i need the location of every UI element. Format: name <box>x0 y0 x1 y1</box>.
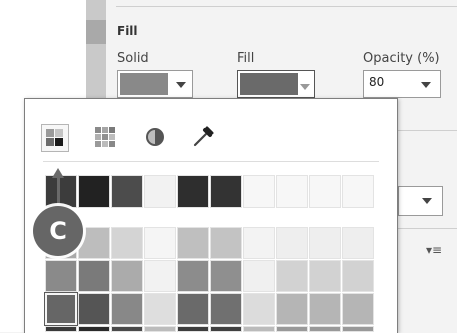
chevron-down-icon <box>176 82 186 88</box>
tint-color-swatch[interactable] <box>111 227 143 259</box>
section-divider <box>398 130 457 131</box>
toolbar-divider <box>43 161 379 162</box>
color-palette-icon[interactable] <box>41 124 69 152</box>
tint-color-swatch[interactable] <box>243 293 275 325</box>
tint-color-swatch[interactable] <box>243 326 275 332</box>
solid-label: Solid <box>117 51 149 66</box>
tint-color-swatch[interactable] <box>309 227 341 259</box>
tint-color-swatch[interactable] <box>144 326 176 332</box>
contrast-icon[interactable] <box>142 124 168 150</box>
eyedropper-icon[interactable] <box>190 124 216 150</box>
theme-color-swatch[interactable] <box>210 175 242 208</box>
tint-color-swatch[interactable] <box>78 326 110 332</box>
opacity-value: 80 <box>369 75 385 89</box>
tint-color-swatch[interactable] <box>342 293 374 325</box>
chevron-down-icon <box>422 198 432 204</box>
tint-color-swatch[interactable] <box>276 260 308 292</box>
callout-badge: C <box>33 206 83 256</box>
swatch-grid-icon[interactable] <box>92 124 118 150</box>
theme-color-swatch[interactable] <box>45 175 77 208</box>
section-divider <box>116 6 457 7</box>
tint-color-swatch[interactable] <box>177 260 209 292</box>
tint-color-swatch[interactable] <box>177 293 209 325</box>
tint-color-swatch[interactable] <box>342 227 374 259</box>
opacity-dropdown[interactable]: 80 <box>363 70 441 98</box>
tint-color-swatch[interactable] <box>144 260 176 292</box>
tint-color-swatch[interactable] <box>111 260 143 292</box>
fill-color-dropdown[interactable] <box>237 70 315 98</box>
tint-color-swatch[interactable] <box>111 293 143 325</box>
tint-color-swatch[interactable] <box>44 292 78 326</box>
theme-color-swatch[interactable] <box>111 175 143 208</box>
theme-color-swatch[interactable] <box>177 175 209 208</box>
tint-color-swatch[interactable] <box>78 260 110 292</box>
theme-color-swatch[interactable] <box>276 175 308 208</box>
tint-color-swatch[interactable] <box>276 227 308 259</box>
fill-color-swatch <box>240 73 298 95</box>
tint-color-swatch[interactable] <box>210 326 242 332</box>
solid-dropdown[interactable] <box>117 70 193 98</box>
section-divider <box>398 228 457 229</box>
tint-color-swatch[interactable] <box>144 293 176 325</box>
tint-color-swatch[interactable] <box>111 326 143 332</box>
chevron-down-icon <box>300 84 310 90</box>
fill-label: Fill <box>237 51 255 66</box>
callout-arrow-head <box>52 168 64 178</box>
tint-color-swatch[interactable] <box>45 260 77 292</box>
solid-color-swatch <box>120 73 168 95</box>
tint-color-swatch[interactable] <box>243 260 275 292</box>
theme-color-swatch[interactable] <box>243 175 275 208</box>
fill-section-title: Fill <box>117 24 138 38</box>
tint-color-swatch[interactable] <box>210 227 242 259</box>
tint-color-swatch[interactable] <box>78 293 110 325</box>
list-options-icon[interactable]: ▾≡ <box>426 243 442 257</box>
theme-color-swatch[interactable] <box>144 175 176 208</box>
tint-color-swatch[interactable] <box>45 326 77 332</box>
scrollbar-thumb[interactable] <box>86 20 106 44</box>
tint-color-swatch[interactable] <box>342 326 374 332</box>
tint-color-swatch[interactable] <box>210 293 242 325</box>
tint-color-swatch[interactable] <box>177 227 209 259</box>
tint-color-swatch[interactable] <box>177 326 209 332</box>
opacity-label: Opacity (%) <box>363 51 440 66</box>
color-picker-popup <box>24 98 398 333</box>
tint-color-swatch[interactable] <box>276 293 308 325</box>
chevron-down-icon <box>421 82 431 88</box>
theme-color-swatch[interactable] <box>78 175 110 208</box>
tint-color-swatch[interactable] <box>342 260 374 292</box>
theme-color-swatch[interactable] <box>342 175 374 208</box>
side-dropdown[interactable] <box>398 186 443 216</box>
tint-color-swatch[interactable] <box>144 227 176 259</box>
tint-color-swatch[interactable] <box>276 326 308 332</box>
tint-color-swatch[interactable] <box>309 326 341 332</box>
tint-color-swatch[interactable] <box>309 293 341 325</box>
tint-color-swatch[interactable] <box>243 227 275 259</box>
tint-color-swatch[interactable] <box>309 260 341 292</box>
theme-color-swatch[interactable] <box>309 175 341 208</box>
tint-color-swatch[interactable] <box>210 260 242 292</box>
callout-pointer <box>57 178 60 208</box>
